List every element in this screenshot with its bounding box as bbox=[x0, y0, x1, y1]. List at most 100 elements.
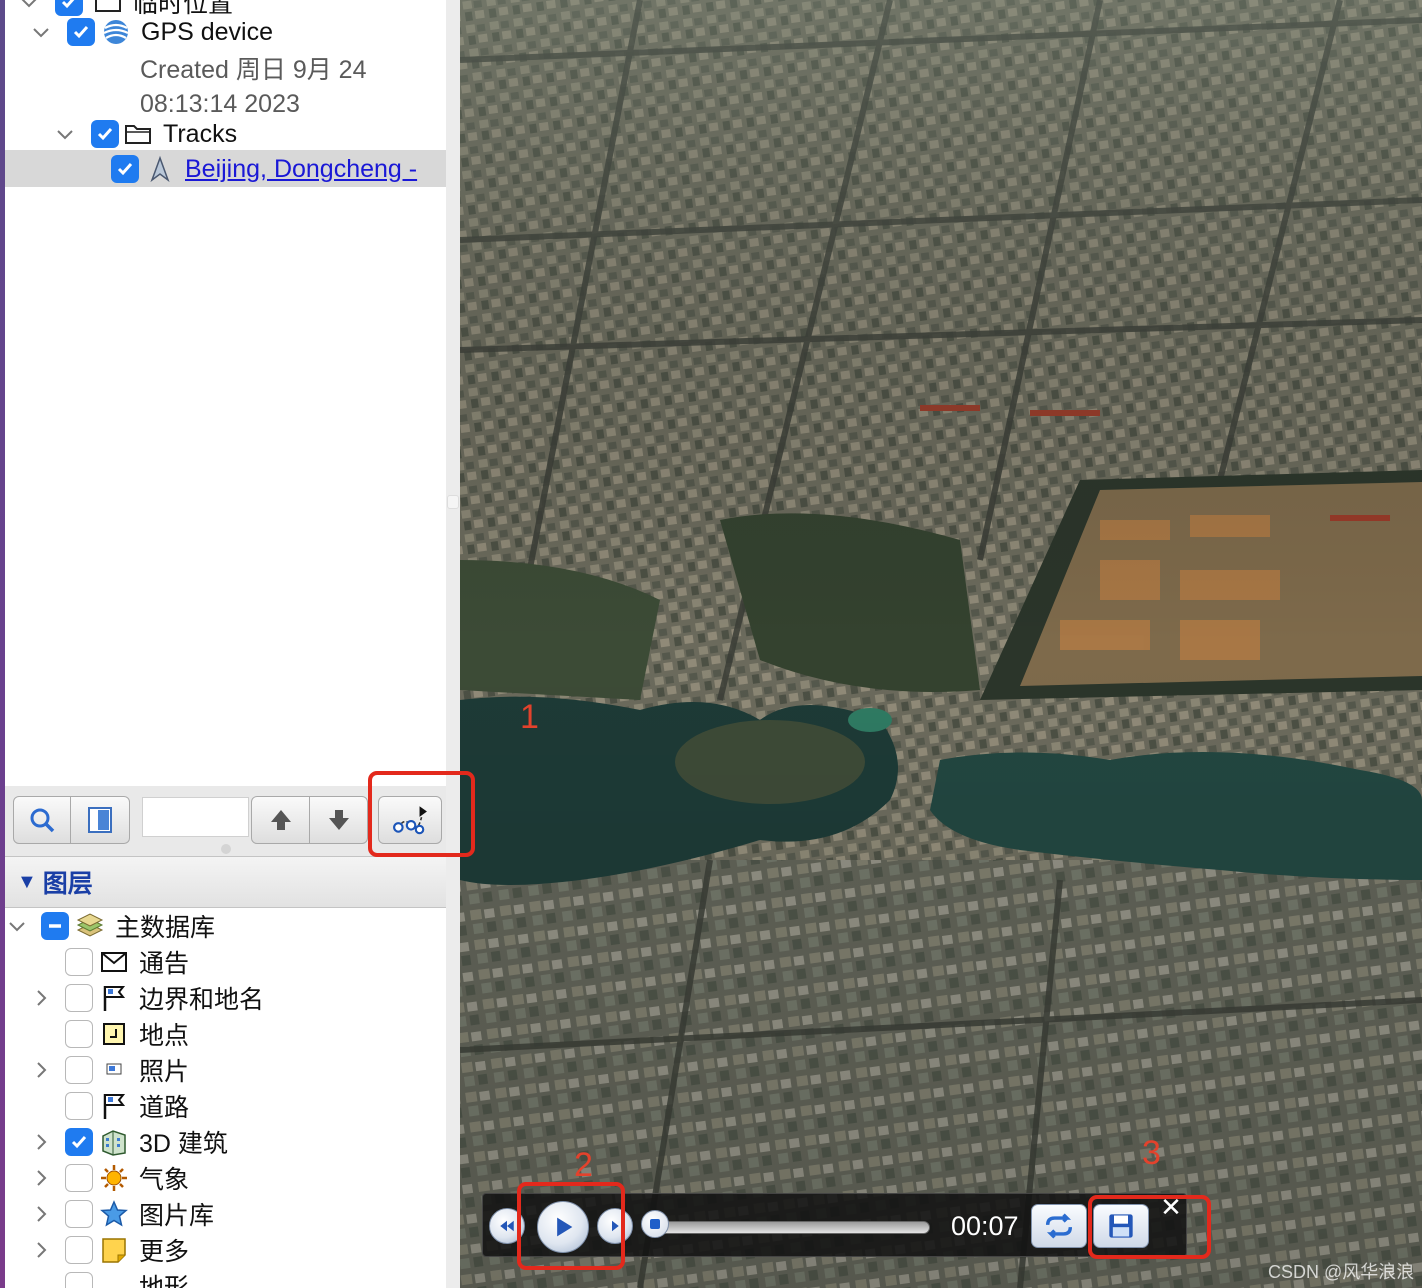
annotation-box-2 bbox=[517, 1182, 625, 1270]
photo-icon bbox=[97, 1055, 131, 1085]
layer-label: 通告 bbox=[139, 950, 190, 978]
layer-label: 道路 bbox=[139, 1094, 190, 1122]
places-item-label: GPS device bbox=[141, 17, 274, 46]
annotation-number-2: 2 bbox=[574, 1146, 593, 1184]
road-flag-icon bbox=[97, 1091, 131, 1121]
places-tree: 临时位置 GPS device Created 周日 9月 24 08:13:1… bbox=[5, 0, 446, 786]
chevron-right-icon[interactable] bbox=[29, 1202, 53, 1226]
triangle-down-icon: ▼ bbox=[17, 870, 37, 893]
checkbox-gps[interactable] bbox=[67, 18, 95, 46]
annotation-number-3: 3 bbox=[1142, 1134, 1161, 1172]
search-button[interactable] bbox=[13, 796, 71, 844]
layer-label: 地形 bbox=[139, 1274, 190, 1288]
layer-label: 气象 bbox=[139, 1166, 190, 1194]
layers-root-label: 主数据库 bbox=[115, 914, 216, 942]
places-item-label: Tracks bbox=[163, 119, 238, 148]
layer-label: 边界和地名 bbox=[139, 986, 265, 1014]
satellite-imagery bbox=[460, 0, 1422, 1288]
layer-label: 照片 bbox=[139, 1058, 190, 1086]
checkbox-tracks[interactable] bbox=[91, 120, 119, 148]
layer-item[interactable]: 通告 bbox=[29, 944, 189, 980]
layer-checkbox[interactable] bbox=[65, 1200, 93, 1228]
track-path-icon bbox=[143, 154, 177, 184]
repeat-button[interactable] bbox=[1031, 1204, 1087, 1248]
layer-item[interactable]: 气象 bbox=[29, 1160, 189, 1196]
arrow-up-icon bbox=[270, 810, 291, 830]
move-up-button[interactable] bbox=[251, 796, 310, 844]
layer-checkbox[interactable] bbox=[65, 1164, 93, 1192]
resize-grip[interactable] bbox=[221, 844, 231, 854]
layer-checkbox[interactable] bbox=[65, 1236, 93, 1264]
annotation-box-3 bbox=[1088, 1195, 1211, 1259]
panel-icon bbox=[88, 807, 112, 833]
track-link[interactable]: Beijing, Dongcheng - bbox=[185, 155, 417, 184]
layer-item[interactable]: 地形 bbox=[29, 1268, 189, 1288]
layers-header[interactable]: ▼ 图层 bbox=[5, 856, 446, 908]
layer-checkbox[interactable] bbox=[65, 1020, 93, 1048]
layer-item[interactable]: 边界和地名 bbox=[29, 980, 264, 1016]
repeat-icon bbox=[1045, 1213, 1073, 1239]
move-down-button[interactable] bbox=[309, 796, 368, 844]
chevron-down-icon[interactable] bbox=[17, 0, 41, 14]
chevron-right-icon[interactable] bbox=[29, 1058, 53, 1082]
chevron-right-icon[interactable] bbox=[29, 1130, 53, 1154]
gps-globe-icon bbox=[99, 17, 133, 47]
layer-checkbox[interactable] bbox=[65, 1272, 93, 1288]
places-item-track[interactable]: Beijing, Dongcheng - bbox=[111, 151, 417, 187]
layer-checkbox[interactable] bbox=[65, 1056, 93, 1084]
toolbar-text-field[interactable] bbox=[142, 797, 249, 837]
layer-item[interactable]: 地点 bbox=[29, 1016, 189, 1052]
search-icon bbox=[30, 808, 55, 833]
building-icon bbox=[97, 1127, 131, 1157]
layer-label: 地点 bbox=[139, 1022, 190, 1050]
checkbox-root[interactable] bbox=[41, 912, 69, 940]
splitter-handle[interactable] bbox=[447, 495, 459, 509]
layer-label: 更多 bbox=[139, 1238, 190, 1266]
chevron-right-icon[interactable] bbox=[29, 1238, 53, 1262]
progress-slider-handle[interactable] bbox=[641, 1210, 669, 1238]
chevron-right-icon[interactable] bbox=[29, 986, 53, 1010]
layer-item[interactable]: 3D 建筑 bbox=[29, 1124, 228, 1160]
chevron-down-icon[interactable] bbox=[5, 914, 29, 938]
database-layers-icon bbox=[73, 911, 107, 941]
layer-label: 图片库 bbox=[139, 1202, 215, 1230]
arrow-down-icon bbox=[328, 810, 349, 830]
places-item-tracks[interactable]: Tracks bbox=[53, 116, 237, 152]
layers-tree: 主数据库 通告边界和地名地点照片道路 3D 建筑气象图片库更多地形 bbox=[5, 908, 446, 1288]
places-item-gps[interactable]: GPS device bbox=[29, 14, 273, 50]
checkbox-track[interactable] bbox=[111, 155, 139, 183]
annotation-number-1: 1 bbox=[520, 698, 539, 736]
rewind-icon bbox=[500, 1220, 514, 1232]
layer-item[interactable]: 道路 bbox=[29, 1088, 189, 1124]
layer-item[interactable]: 图片库 bbox=[29, 1196, 214, 1232]
watermark: CSDN @风华浪浪 bbox=[1268, 1262, 1415, 1282]
layer-checkbox[interactable] bbox=[65, 1128, 93, 1156]
layer-checkbox[interactable] bbox=[65, 984, 93, 1012]
annotation-box-1 bbox=[368, 771, 475, 857]
layer-item[interactable]: 照片 bbox=[29, 1052, 189, 1088]
chevron-right-icon[interactable] bbox=[29, 1166, 53, 1190]
chevron-down-icon[interactable] bbox=[29, 20, 53, 44]
layer-checkbox[interactable] bbox=[65, 1092, 93, 1120]
folder-icon bbox=[121, 119, 155, 149]
time-readout: 00:07 bbox=[951, 1211, 1019, 1241]
place-icon bbox=[97, 1019, 131, 1049]
star-icon bbox=[97, 1199, 131, 1229]
sidebar-panel: 临时位置 GPS device Created 周日 9月 24 08:13:1… bbox=[0, 0, 460, 1288]
layers-root[interactable]: 主数据库 bbox=[5, 908, 215, 944]
gps-created-line1: Created 周日 9月 24 bbox=[140, 56, 367, 84]
layers-title: 图层 bbox=[42, 870, 93, 898]
envelope-icon bbox=[97, 947, 131, 977]
note-icon bbox=[97, 1235, 131, 1265]
panel-toggle-button[interactable] bbox=[70, 796, 130, 844]
progress-track[interactable] bbox=[645, 1221, 930, 1234]
sun-icon bbox=[97, 1163, 131, 1193]
map-view[interactable]: 1 2 3 bbox=[460, 0, 1422, 1288]
layer-checkbox[interactable] bbox=[65, 948, 93, 976]
flag-icon bbox=[97, 983, 131, 1013]
layer-item[interactable]: 更多 bbox=[29, 1232, 189, 1268]
chevron-down-icon[interactable] bbox=[53, 122, 77, 146]
